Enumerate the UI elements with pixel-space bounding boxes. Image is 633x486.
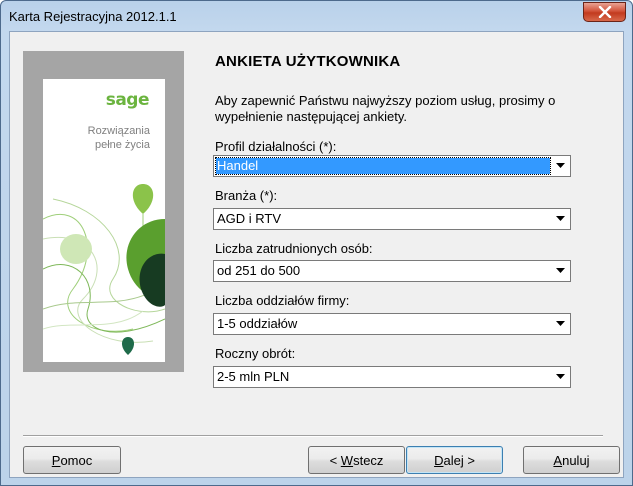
- employees-select[interactable]: od 251 do 500: [213, 260, 571, 282]
- leaf-art-icon: [43, 184, 165, 355]
- sage-logo: sage: [105, 90, 150, 110]
- chevron-down-icon: [555, 374, 565, 379]
- back-label: stecz: [353, 452, 384, 468]
- cancel-button[interactable]: Anuluj: [523, 446, 620, 474]
- employees-dropdown-arrow[interactable]: [551, 262, 569, 280]
- turnover-select[interactable]: 2-5 mln PLN: [213, 366, 571, 388]
- profile-select[interactable]: Handel: [213, 155, 571, 177]
- tagline-line-2: pełne życia: [94, 139, 150, 151]
- next-button[interactable]: Dalej >: [406, 446, 503, 474]
- employees-label: Liczba zatrudnionych osób:: [215, 241, 373, 256]
- window-title: Karta Rejestracyjna 2012.1.1: [9, 9, 177, 24]
- chevron-down-icon: [555, 268, 565, 273]
- banner-card: sage Rozwiązania pełne życia: [43, 79, 165, 362]
- industry-label: Branża (*):: [215, 188, 278, 203]
- branches-value: 1-5 oddziałów: [217, 316, 298, 331]
- close-button[interactable]: [583, 2, 626, 22]
- brand-tagline: Rozwiązania pełne życia: [43, 124, 150, 152]
- dialog-window: Karta Rejestracyjna 2012.1.1 sage Rozwią…: [0, 0, 633, 486]
- close-icon: [598, 6, 611, 18]
- back-prefix: <: [329, 452, 341, 468]
- profile-value: Handel: [215, 157, 551, 175]
- profile-label: Profil działalności (*):: [215, 139, 337, 154]
- branches-dropdown-arrow[interactable]: [551, 315, 569, 333]
- next-mnemonic: D: [434, 452, 444, 468]
- branches-label: Liczba oddziałów firmy:: [215, 293, 350, 308]
- chevron-down-icon: [555, 163, 565, 168]
- page-title: ANKIETA UŻYTKOWNIKA: [215, 53, 401, 70]
- chevron-down-icon: [555, 216, 565, 221]
- turnover-value: 2-5 mln PLN: [217, 369, 290, 384]
- chevron-down-icon: [555, 321, 565, 326]
- industry-value: AGD i RTV: [217, 211, 282, 226]
- turnover-label: Roczny obrót:: [215, 346, 296, 361]
- footer-divider: [23, 435, 603, 437]
- help-button[interactable]: Pomoc: [23, 446, 121, 474]
- cancel-label: nuluj: [562, 452, 590, 468]
- cancel-mnemonic: A: [553, 452, 563, 468]
- employees-value: od 251 do 500: [217, 263, 301, 278]
- industry-dropdown-arrow[interactable]: [551, 210, 569, 228]
- turnover-dropdown-arrow[interactable]: [551, 368, 569, 386]
- tagline-line-1: Rozwiązania: [87, 125, 150, 137]
- intro-text: Aby zapewnić Państwu najwyższy poziom us…: [215, 93, 556, 124]
- industry-select[interactable]: AGD i RTV: [213, 208, 571, 230]
- side-banner: sage Rozwiązania pełne życia: [23, 51, 184, 372]
- next-label: alej >: [443, 452, 475, 468]
- help-label: omoc: [60, 452, 93, 468]
- dialog-body: sage Rozwiązania pełne życia ANKIETA UŻY…: [9, 31, 624, 478]
- title-bar[interactable]: Karta Rejestracyjna 2012.1.1: [1, 1, 632, 33]
- profile-dropdown-arrow[interactable]: [551, 157, 569, 175]
- back-mnemonic: W: [340, 452, 354, 468]
- branches-select[interactable]: 1-5 oddziałów: [213, 313, 571, 335]
- back-button[interactable]: < Wstecz: [308, 446, 405, 474]
- help-mnemonic: P: [51, 452, 61, 468]
